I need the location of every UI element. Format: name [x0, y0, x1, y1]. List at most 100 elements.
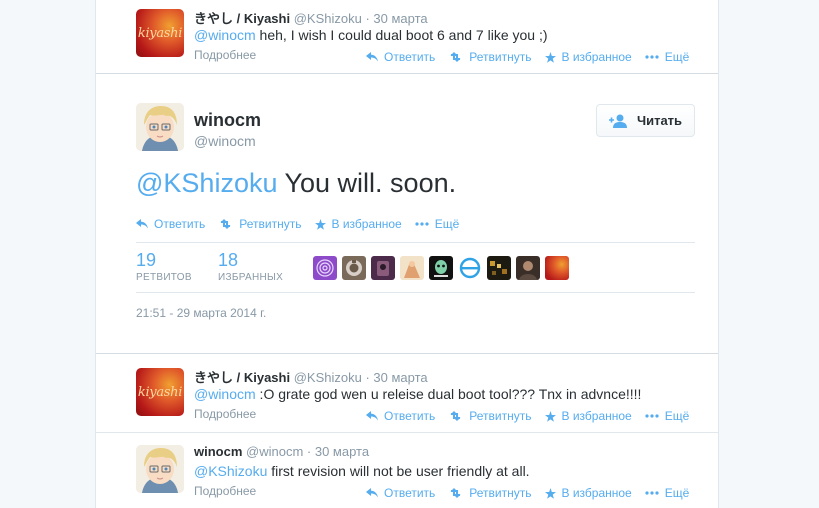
avatar-winocm[interactable] [136, 103, 184, 151]
favorite-button[interactable]: В избранное [544, 50, 632, 64]
favorites-stat[interactable]: 18 ИЗБРАННЫХ [218, 250, 283, 283]
favoriter-avatar[interactable] [429, 256, 453, 280]
retweet-button[interactable]: Ретвитнуть [448, 486, 532, 500]
favoriter-avatar[interactable] [487, 256, 511, 280]
star-icon [544, 487, 556, 499]
retweet-label: Ретвитнуть [469, 409, 532, 423]
tweet-reply-below[interactable]: kiyashi きやし / Kiyashi @KShizoku · 30 мар… [96, 354, 718, 432]
retweets-stat[interactable]: 19 РЕТВИТОВ [136, 250, 192, 283]
author-name[interactable]: きやし / Kiyashi [194, 11, 290, 26]
retweet-button[interactable]: Ретвитнуть [448, 50, 532, 64]
tweet-actions: Ответить Ретвитнуть В избранное Ещё [366, 486, 689, 500]
retweet-button[interactable]: Ретвитнуть [218, 217, 302, 231]
tweet-column: kiyashi きやし / Kiyashi @KShizoku · 30 мар… [95, 0, 719, 508]
more-icon [645, 55, 659, 59]
star-icon [544, 410, 556, 422]
avatar-kiyashi[interactable]: kiyashi [136, 9, 184, 57]
retweets-count: 19 [136, 250, 157, 270]
more-button[interactable]: Ещё [645, 486, 690, 500]
tweet-header: winocm @winocm · 30 марта [194, 444, 369, 459]
more-button[interactable]: Ещё [645, 50, 690, 64]
favorites-label: ИЗБРАННЫХ [218, 272, 284, 283]
winocm-face-image [136, 445, 184, 493]
more-icon [645, 491, 659, 495]
reply-icon [366, 52, 378, 62]
tweet-body: heh, I wish I could dual boot 6 and 7 li… [255, 27, 548, 43]
author-handle[interactable]: @winocm [246, 444, 303, 459]
tweet-text: @winocm :O grate god wen u releise dual … [194, 386, 641, 402]
reply-icon [366, 488, 378, 498]
retweet-label: Ретвитнуть [469, 50, 532, 64]
mention-link[interactable]: @winocm [194, 386, 256, 402]
more-label: Ещё [664, 409, 690, 423]
avatar-kiyashi[interactable]: kiyashi [136, 368, 184, 416]
tweet-reply-above[interactable]: kiyashi きやし / Kiyashi @KShizoku · 30 мар… [96, 0, 718, 73]
tweet-text: @KShizoku first revision will not be use… [194, 463, 530, 479]
favoriter-avatar[interactable] [400, 256, 424, 280]
tweet-reply-below[interactable]: winocm @winocm · 30 марта @KShizoku firs… [96, 433, 718, 508]
tweet-time[interactable]: · 30 марта [307, 444, 369, 459]
reply-button[interactable]: Ответить [136, 217, 205, 231]
author-name[interactable]: きやし / Kiyashi [194, 370, 290, 385]
favorite-button[interactable]: В избранное [544, 486, 632, 500]
follow-button[interactable]: Читать [596, 104, 695, 137]
main-author-name[interactable]: winocm [194, 110, 261, 131]
retweet-icon [450, 52, 461, 62]
tweet-time[interactable]: · 30 марта [365, 11, 427, 26]
divider [136, 242, 695, 243]
winocm-face-image [136, 103, 184, 151]
avatar-text: kiyashi [137, 25, 183, 41]
favoriter-avatar[interactable] [371, 256, 395, 280]
more-icon [415, 222, 429, 226]
favoriter-avatar[interactable] [458, 256, 482, 280]
tweet-time[interactable]: · 30 марта [365, 370, 427, 385]
author-handle[interactable]: @KShizoku [294, 11, 362, 26]
mention-link[interactable]: @winocm [194, 27, 256, 43]
favoriter-avatar[interactable] [313, 256, 337, 280]
details-link[interactable]: Подробнее [194, 407, 256, 421]
main-mention-link[interactable]: @KShizoku [136, 168, 277, 198]
details-link[interactable]: Подробнее [194, 484, 256, 498]
tweet-header: きやし / Kiyashi @KShizoku · 30 марта [194, 8, 428, 27]
favoriter-avatar[interactable] [545, 256, 569, 280]
main-author-handle[interactable]: @winocm [194, 133, 256, 149]
more-label: Ещё [664, 50, 690, 64]
reply-icon [136, 219, 148, 229]
reply-button[interactable]: Ответить [366, 486, 435, 500]
reply-label: Ответить [384, 50, 436, 64]
tweet-actions: Ответить Ретвитнуть В избранное Ещё [366, 409, 689, 423]
favoriter-avatars [313, 256, 574, 280]
author-name[interactable]: winocm [194, 444, 242, 459]
reply-label: Ответить [384, 409, 436, 423]
favorite-button[interactable]: В избранное [314, 217, 402, 231]
retweet-button[interactable]: Ретвитнуть [448, 409, 532, 423]
more-button[interactable]: Ещё [415, 217, 460, 231]
details-link[interactable]: Подробнее [194, 48, 256, 62]
tweet-header: きやし / Kiyashi @KShizoku · 30 марта [194, 367, 428, 386]
reply-button[interactable]: Ответить [366, 409, 435, 423]
more-button[interactable]: Ещё [645, 409, 690, 423]
reply-button[interactable]: Ответить [366, 50, 435, 64]
reply-icon [366, 411, 378, 421]
divider [96, 73, 718, 74]
main-tweet-actions: Ответить Ретвитнуть В избранное Ещё [136, 217, 459, 231]
star-icon [314, 218, 326, 230]
favoriter-avatar[interactable] [342, 256, 366, 280]
tweet-actions: Ответить Ретвитнуть В избранное Ещё [366, 50, 689, 64]
favorite-button[interactable]: В избранное [544, 409, 632, 423]
mention-link[interactable]: @KShizoku [194, 463, 267, 479]
favorite-label: В избранное [561, 486, 632, 500]
favorite-label: В избранное [561, 50, 632, 64]
divider [136, 292, 695, 293]
more-label: Ещё [434, 217, 460, 231]
favorites-count: 18 [218, 250, 239, 270]
avatar-winocm[interactable] [136, 445, 184, 493]
favorite-label: В избранное [561, 409, 632, 423]
favoriter-avatar[interactable] [516, 256, 540, 280]
main-timestamp[interactable]: 21:51 - 29 марта 2014 г. [136, 306, 266, 320]
retweet-icon [450, 488, 461, 498]
author-handle[interactable]: @KShizoku [294, 370, 362, 385]
more-icon [645, 414, 659, 418]
more-label: Ещё [664, 486, 690, 500]
star-icon [544, 51, 556, 63]
